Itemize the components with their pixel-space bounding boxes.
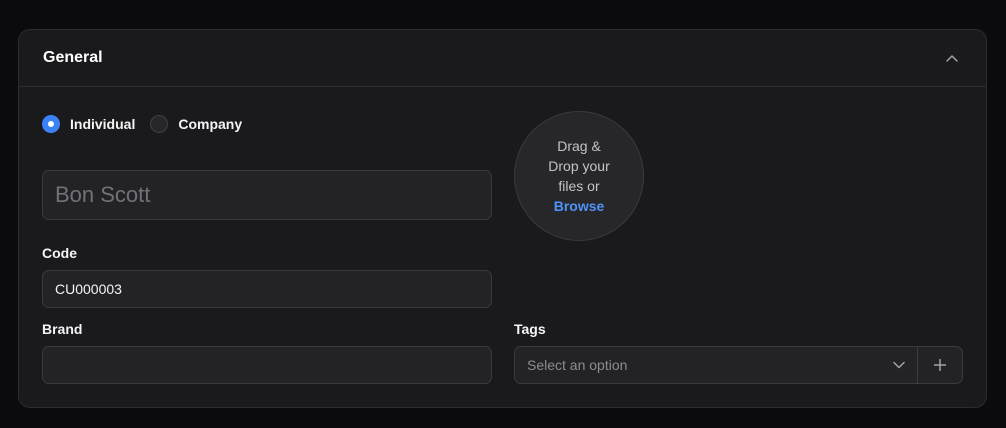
radio-individual-control[interactable] bbox=[42, 115, 60, 133]
radio-company-control[interactable] bbox=[150, 115, 169, 133]
code-input[interactable]: CU000003 bbox=[42, 270, 492, 308]
form-left-column: Individual Company Bon Scott Code CU0000… bbox=[42, 115, 493, 308]
tags-placeholder: Select an option bbox=[527, 357, 628, 373]
code-label: Code bbox=[42, 245, 77, 261]
name-input[interactable]: Bon Scott bbox=[42, 170, 492, 220]
browse-link[interactable]: Browse bbox=[554, 196, 605, 216]
brand-field: Brand bbox=[42, 321, 492, 384]
radio-company-label: Company bbox=[178, 116, 243, 132]
tags-label: Tags bbox=[514, 321, 546, 337]
tags-select: Select an option bbox=[514, 346, 963, 384]
general-panel: General Individual Company Bon Scott Cod… bbox=[18, 29, 987, 408]
brand-label: Brand bbox=[42, 321, 83, 337]
chevron-down-icon bbox=[893, 361, 905, 369]
panel-title: General bbox=[43, 49, 103, 66]
radio-individual[interactable]: Individual bbox=[42, 115, 135, 133]
radio-individual-label: Individual bbox=[70, 116, 136, 132]
file-upload-dropzone[interactable]: Drag & Drop your files or Browse bbox=[514, 111, 644, 241]
brand-input[interactable] bbox=[42, 346, 492, 384]
tags-field: Tags Select an option bbox=[514, 321, 963, 384]
upload-text-line2: Drop your bbox=[548, 158, 610, 174]
chevron-up-icon bbox=[946, 55, 958, 62]
radio-company[interactable]: Company bbox=[150, 115, 242, 133]
panel-header[interactable]: General bbox=[19, 30, 986, 87]
entity-type-radio-group: Individual Company bbox=[42, 115, 493, 133]
collapse-button[interactable] bbox=[942, 48, 962, 68]
code-input-value: CU000003 bbox=[55, 281, 122, 297]
plus-icon bbox=[934, 359, 946, 371]
upload-text-line1: Drag & bbox=[557, 138, 601, 154]
name-input-placeholder: Bon Scott bbox=[55, 182, 151, 207]
tags-dropdown[interactable]: Select an option bbox=[515, 347, 917, 383]
upload-text-line3: files or bbox=[558, 178, 600, 194]
add-tag-button[interactable] bbox=[917, 347, 962, 383]
